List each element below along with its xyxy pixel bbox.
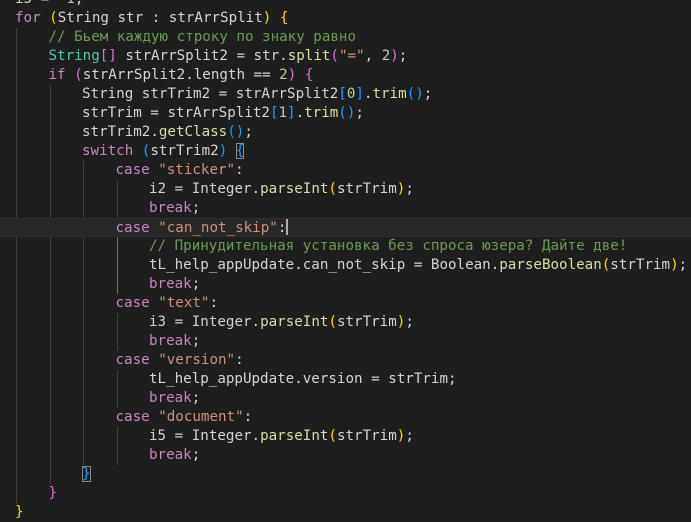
code-line[interactable]: tL_help_appUpdate.version = strTrim; [0, 370, 691, 389]
code-line-text: } [82, 466, 91, 482]
code-line-text: if (strArrSplit2.length == 2) { [48, 67, 314, 83]
code-line[interactable]: for (String str : strArrSplit) { [0, 9, 691, 28]
code-line-text: i3 = Integer.parseInt(strTrim); [149, 314, 414, 330]
code-line-text: // Принудительная установка без спроса ю… [149, 238, 628, 254]
code-line-text: case "document": [115, 409, 253, 425]
code-line-text: } [15, 504, 24, 520]
code-line[interactable]: } [0, 465, 691, 484]
code-line-text: String[] strArrSplit2 = str.split("=", 2… [48, 48, 408, 64]
code-line-text: tL_help_appUpdate.can_not_skip = Boolean… [149, 257, 688, 273]
code-line[interactable]: // Бьем каждую строку по знаку равно [0, 28, 691, 47]
code-line[interactable]: case "version": [0, 351, 691, 370]
code-line-text: break; [149, 200, 201, 216]
code-line-text: break; [149, 333, 201, 349]
code-line[interactable]: tL_help_appUpdate.can_not_skip = Boolean… [0, 256, 691, 275]
code-line[interactable]: break; [0, 389, 691, 408]
code-line-text: strTrim2.getClass(); [82, 124, 253, 140]
code-line[interactable]: strTrim = strArrSplit2[1].trim(); [0, 104, 691, 123]
code-line-text: case "text": [115, 295, 219, 311]
code-line[interactable]: case "text": [0, 294, 691, 313]
code-line[interactable]: strTrim2.getClass(); [0, 123, 691, 142]
code-line[interactable]: String strTrim2 = strArrSplit2[0].trim()… [0, 85, 691, 104]
code-line-text: switch (strTrim2) { [82, 143, 245, 159]
code-line[interactable]: i5 = -1; [0, 0, 691, 9]
code-line-text: break; [149, 276, 201, 292]
code-line-text: strTrim = strArrSplit2[1].trim(); [82, 105, 364, 121]
code-line[interactable]: break; [0, 275, 691, 294]
code-line-text: i5 = Integer.parseInt(strTrim); [149, 428, 414, 444]
code-line-text: break; [149, 447, 201, 463]
code-line-text: i5 = -1; [15, 0, 83, 9]
text-cursor [286, 219, 289, 235]
code-line-text: case "sticker": [115, 162, 244, 178]
code-line[interactable]: case "can_not_skip": [0, 218, 691, 237]
code-line[interactable]: i5 = Integer.parseInt(strTrim); [0, 427, 691, 446]
code-line[interactable]: i2 = Integer.parseInt(strTrim); [0, 180, 691, 199]
code-line[interactable]: switch (strTrim2) { [0, 142, 691, 161]
code-line[interactable]: } [0, 503, 691, 522]
code-line[interactable]: case "sticker": [0, 161, 691, 180]
code-line[interactable]: if (strArrSplit2.length == 2) { [0, 66, 691, 85]
code-line-text: case "can_not_skip": [115, 219, 289, 236]
code-line-text: for (String str : strArrSplit) { [15, 10, 289, 26]
code-line[interactable]: } [0, 484, 691, 503]
code-line-text: // Бьем каждую строку по знаку равно [48, 29, 357, 45]
code-line-text: break; [149, 390, 201, 406]
code-line-text: tL_help_appUpdate.version = strTrim; [149, 371, 457, 387]
code-editor[interactable]: i5 = -1;for (String str : strArrSplit) {… [0, 0, 691, 522]
code-line-text: i2 = Integer.parseInt(strTrim); [149, 181, 414, 197]
code-line-text: case "version": [115, 352, 244, 368]
code-line[interactable]: i3 = Integer.parseInt(strTrim); [0, 313, 691, 332]
code-line[interactable]: break; [0, 332, 691, 351]
code-line-text: } [48, 485, 58, 501]
code-line-text: String strTrim2 = strArrSplit2[0].trim()… [82, 86, 433, 102]
code-line[interactable]: break; [0, 446, 691, 465]
code-line[interactable]: String[] strArrSplit2 = str.split("=", 2… [0, 47, 691, 66]
code-line[interactable]: break; [0, 199, 691, 218]
code-line[interactable]: case "document": [0, 408, 691, 427]
code-line[interactable]: // Принудительная установка без спроса ю… [0, 237, 691, 256]
